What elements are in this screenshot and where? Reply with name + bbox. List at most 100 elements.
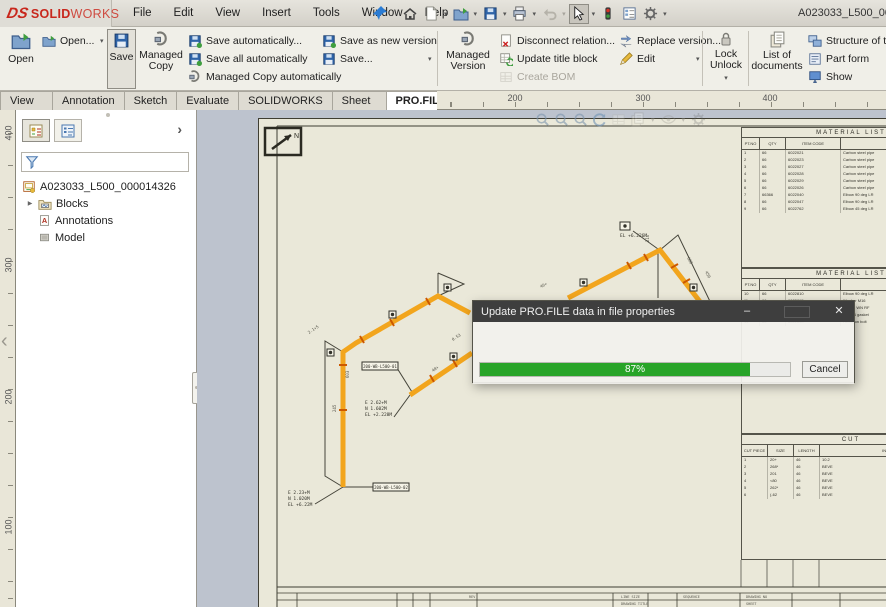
tree-filter-input[interactable] xyxy=(21,152,189,172)
select-caret-icon[interactable]: ▾ xyxy=(590,10,598,18)
tree-root-row[interactable]: A023033_L500_000014326 xyxy=(16,178,196,195)
hide-show-caret-icon[interactable]: ▾ xyxy=(680,116,688,124)
h-ruler-200: 200 xyxy=(507,93,522,103)
menu-tools[interactable]: Tools xyxy=(302,0,351,27)
profile-ribbon: Open Open... ▾ Save Managed Copy Save au… xyxy=(0,27,886,91)
document-properties-icon[interactable] xyxy=(619,4,639,24)
progress-bar: 87% xyxy=(479,362,791,377)
table-header-cell: ITEM CODE xyxy=(786,138,841,149)
select-cursor-icon[interactable] xyxy=(569,4,589,24)
table-row: 8666022047Elbow 90 deg LR xyxy=(742,199,886,206)
open-button[interactable]: Open xyxy=(4,29,38,89)
zoom-area-icon[interactable] xyxy=(554,112,569,127)
tab-annotation[interactable]: Annotation xyxy=(52,91,125,110)
table-row: 2666022023Carbon steel pipe xyxy=(742,157,886,164)
new-document-icon[interactable] xyxy=(421,4,441,24)
open-small-caret-icon[interactable]: ▾ xyxy=(100,37,104,45)
feature-tree: A023033_L500_000014326 ▶ Blocks Annotati… xyxy=(16,178,196,246)
settings-caret-icon[interactable]: ▾ xyxy=(661,10,669,18)
expander-icon[interactable]: ▶ xyxy=(26,200,34,207)
dialog-title: Update PRO.FILE data in file properties xyxy=(481,306,675,318)
part-form-button[interactable]: Part form xyxy=(808,51,869,67)
table-header-cell: QTY xyxy=(760,138,786,149)
zoom-fit-icon[interactable] xyxy=(535,112,550,127)
dialog-close-button[interactable]: ✕ xyxy=(824,301,854,322)
tree-item-blocks[interactable]: ▶ Blocks xyxy=(16,195,196,212)
print-icon[interactable] xyxy=(510,4,530,24)
save-all-automatically-button[interactable]: Save all automatically xyxy=(188,51,308,67)
dialog-minimize-button[interactable]: – xyxy=(732,301,762,322)
command-tabs: View Layout Annotation Sketch Evaluate S… xyxy=(0,91,437,110)
window-document-title: A023033_L500_000014 xyxy=(798,0,886,27)
show-button[interactable]: Show xyxy=(808,69,852,85)
heads-up-view-toolbar: ▾ ▾ xyxy=(535,112,706,127)
save-as-new-version-button[interactable]: Save as new version xyxy=(322,33,437,49)
structure-of-the-button[interactable]: Structure of the xyxy=(808,33,886,49)
cancel-button[interactable]: Cancel xyxy=(802,361,848,378)
disconnect-relation-button[interactable]: Disconnect relation... xyxy=(499,33,615,49)
profile-status-icon[interactable] xyxy=(598,4,618,24)
h-ruler-300: 300 xyxy=(635,93,650,103)
dialog-maximize-button xyxy=(784,306,810,318)
menu-insert[interactable]: Insert xyxy=(251,0,302,27)
home-icon[interactable] xyxy=(400,4,420,24)
save-icon[interactable] xyxy=(480,4,500,24)
managed-copy-automatically-button[interactable]: Managed Copy automatically xyxy=(188,69,341,85)
table-row: 320146BEVE xyxy=(742,471,886,478)
open-icon[interactable] xyxy=(451,4,471,24)
zoom-in-out-icon[interactable] xyxy=(573,112,588,127)
settings-gear-icon[interactable] xyxy=(640,4,660,24)
panel-expand-chevron-icon[interactable]: › xyxy=(177,121,182,137)
v-ruler-400: 400 xyxy=(4,125,14,140)
lock-unlock-button[interactable]: Lock Unlock ▾ xyxy=(706,29,746,89)
tab-sheet-format[interactable]: Sheet Format xyxy=(332,91,387,110)
table-row: 120+4610.2 xyxy=(742,457,886,464)
progress-label: 87% xyxy=(480,363,790,376)
tab-sketch[interactable]: Sketch xyxy=(124,91,178,110)
feature-tree-tab[interactable] xyxy=(22,119,50,142)
save-caret-icon[interactable]: ▾ xyxy=(501,10,509,18)
update-title-block-button[interactable]: Update title block xyxy=(499,51,598,67)
blocks-folder-icon xyxy=(38,197,52,211)
managed-version-button[interactable]: Managed Version xyxy=(441,29,495,89)
tab-solidworks-add-ins[interactable]: SOLIDWORKS Add-Ins xyxy=(238,91,333,110)
save-button[interactable]: Save xyxy=(107,29,136,89)
save-dots-caret-icon[interactable]: ▾ xyxy=(428,55,432,63)
display-pane-tab[interactable] xyxy=(54,119,82,142)
tab-evaluate[interactable]: Evaluate xyxy=(176,91,239,110)
menu-view[interactable]: View xyxy=(204,0,251,27)
menu-file[interactable]: File xyxy=(122,0,163,27)
drawing-sheet-icon xyxy=(22,180,36,194)
material-list-table: MATERIAL LIST PT.NOQTYITEM CODEDESCRIPTI… xyxy=(741,127,886,268)
open-caret-icon[interactable]: ▾ xyxy=(472,10,480,18)
v-ruler-300: 300 xyxy=(4,257,14,272)
lock-unlock-caret-icon[interactable]: ▾ xyxy=(724,75,728,82)
new-document-caret-icon[interactable]: ▾ xyxy=(442,10,450,18)
tab-view-layout[interactable]: View Layout xyxy=(0,91,53,110)
menu-edit[interactable]: Edit xyxy=(163,0,205,27)
pin-menubar-icon[interactable] xyxy=(372,5,388,21)
print-caret-icon[interactable]: ▾ xyxy=(531,10,539,18)
rotate-view-icon[interactable] xyxy=(592,112,607,127)
table-row: 5666022029Carbon steel pipe xyxy=(742,178,886,185)
table-row: 1666022021Carbon steel pipe xyxy=(742,150,886,157)
tree-item-annotations[interactable]: Annotations xyxy=(16,212,196,229)
panel-grip-icon[interactable] xyxy=(106,113,110,117)
edit-button[interactable]: Edit xyxy=(619,51,655,67)
save-automatically-button[interactable]: Save automatically... xyxy=(188,33,302,49)
table-row: 3666022027Carbon steel pipe xyxy=(742,164,886,171)
table-header-cell: IN PRO xyxy=(820,445,886,456)
open-small-button[interactable]: Open... xyxy=(42,33,94,49)
dialog-title-bar[interactable]: Update PRO.FILE data in file properties … xyxy=(473,301,854,322)
horizontal-ruler: 200 300 400 xyxy=(437,91,886,110)
view-orientation-icon xyxy=(630,112,645,127)
list-of-documents-button[interactable]: List of documents xyxy=(751,29,803,89)
managed-copy-button[interactable]: Managed Copy xyxy=(138,29,184,89)
panel-collapse-chevron-icon[interactable]: ‹ xyxy=(1,330,8,353)
edit-caret-icon[interactable]: ▾ xyxy=(696,55,700,63)
table-header-cell: DESCRIPTION xyxy=(841,138,886,149)
table-header-cell: DESCRIPTION xyxy=(841,279,886,290)
tree-item-model[interactable]: Model xyxy=(16,229,196,246)
hide-show-items-icon[interactable] xyxy=(661,112,676,127)
save-dots-button[interactable]: Save... xyxy=(322,51,373,67)
